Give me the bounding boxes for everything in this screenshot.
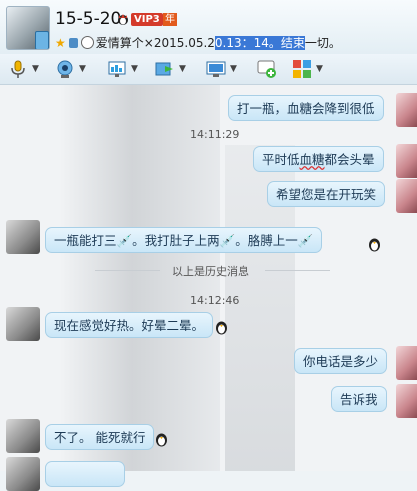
screen-share-icon	[108, 61, 126, 77]
status-face-icon	[80, 36, 94, 49]
my-avatar[interactable]	[396, 179, 417, 213]
remote-desktop-icon	[206, 61, 226, 77]
message-bubble-out[interactable]: 平时低血糖都会头晕	[253, 146, 384, 172]
penguin-icon	[156, 433, 167, 447]
message-area[interactable]: 打一瓶，血糖会降到很低 14:11:29 平时低血糖都会头晕 希望您是在开玩笑 …	[0, 85, 417, 491]
message-bubble-out[interactable]: 希望您是在开玩笑	[267, 181, 386, 207]
lock-icon	[68, 38, 78, 48]
file-transfer-icon	[155, 62, 173, 76]
contact-name[interactable]: 15-5-20	[55, 9, 121, 29]
screen-tool[interactable]: ▼	[107, 58, 138, 80]
star-icon: ★	[55, 36, 66, 50]
video-camera-icon	[57, 60, 73, 78]
history-label: 以上是历史消息	[172, 265, 249, 278]
apps-tool[interactable]: ▼	[292, 58, 323, 80]
message-text: 一瓶能打三	[54, 233, 117, 248]
message-text: 。我打肚子上两	[132, 233, 220, 248]
divider-line	[95, 270, 160, 271]
remote-tool[interactable]: ▼	[206, 58, 237, 80]
message-timestamp: 14:12:46	[190, 294, 240, 307]
chevron-down-icon[interactable]: ▼	[179, 64, 186, 74]
signature-sep: ×	[143, 36, 154, 50]
message-bubble-out[interactable]: 打一瓶，血糖会降到很低	[228, 95, 384, 121]
mobile-online-icon	[35, 31, 49, 49]
signature-text-2: 2015.05.2	[153, 36, 215, 50]
signature-text-1: 爱情算个	[95, 36, 144, 50]
chevron-down-icon[interactable]: ▼	[230, 64, 237, 74]
chat-toolbar: ▼ ▼ ▼ ▼ ▼ ▼	[0, 54, 417, 85]
signature-text-3: 一切。	[304, 36, 341, 50]
message-text-a: 平时低	[262, 152, 300, 167]
chevron-down-icon[interactable]: ▼	[79, 64, 86, 74]
syringe-emoji-icon: 💉	[219, 233, 236, 248]
video-tool[interactable]: ▼	[55, 58, 86, 80]
message-text-b: 血糖	[299, 152, 325, 167]
contact-avatar-small[interactable]	[6, 419, 40, 453]
message-bubble-in[interactable]: 一瓶能打三💉。我打肚子上两💉。胳膊上一💉	[45, 227, 323, 253]
message-bubble-in[interactable]: 不了。 能死就行	[45, 424, 155, 450]
chevron-down-icon[interactable]: ▼	[32, 64, 39, 74]
my-avatar[interactable]	[396, 93, 417, 127]
chevron-down-icon[interactable]: ▼	[131, 64, 138, 74]
contact-avatar-small[interactable]	[6, 307, 40, 341]
file-tool[interactable]: ▼	[155, 58, 186, 80]
contact-signature: ★ 爱情算个×2015.05.20.13：14。结束一切。	[55, 34, 341, 51]
divider-line	[265, 270, 330, 271]
signature-selection: 0.13：14。结束	[214, 36, 305, 50]
my-avatar[interactable]	[396, 384, 417, 418]
contact-avatar-small[interactable]	[6, 220, 40, 254]
contact-avatar[interactable]	[6, 6, 50, 50]
history-divider: 以上是历史消息	[0, 263, 417, 278]
message-timestamp: 14:11:29	[190, 128, 240, 141]
message-bubble-in[interactable]	[45, 461, 125, 487]
my-avatar[interactable]	[396, 144, 417, 178]
penguin-icon	[369, 238, 380, 252]
apps-icon	[293, 60, 311, 78]
voice-tool[interactable]: ▼	[8, 58, 39, 80]
message-text-c: 都会头晕	[324, 152, 375, 167]
message-bubble-out[interactable]: 告诉我	[331, 386, 387, 412]
chevron-down-icon[interactable]: ▼	[316, 64, 323, 74]
message-bubble-out[interactable]: 你电话是多少	[294, 348, 388, 374]
add-chat-icon	[257, 60, 276, 78]
add-chat-tool[interactable]	[257, 58, 277, 80]
year-badge: 年	[163, 13, 177, 26]
contact-avatar-small[interactable]	[6, 457, 40, 491]
penguin-icon	[216, 321, 227, 335]
my-avatar[interactable]	[396, 346, 417, 380]
penguin-vip-icon	[118, 14, 128, 25]
syringe-emoji-icon: 💉	[297, 233, 314, 248]
microphone-icon	[11, 60, 25, 78]
vip-badge[interactable]: VIP3	[131, 13, 163, 26]
message-bubble-in[interactable]: 现在感觉好热。好晕二晕。	[45, 312, 214, 338]
syringe-emoji-icon: 💉	[116, 233, 133, 248]
message-text: 。胳膊上一	[235, 233, 298, 248]
chat-header: 15-5-20 VIP3 年 ★ 爱情算个×2015.05.20.13：14。结束…	[0, 0, 417, 54]
